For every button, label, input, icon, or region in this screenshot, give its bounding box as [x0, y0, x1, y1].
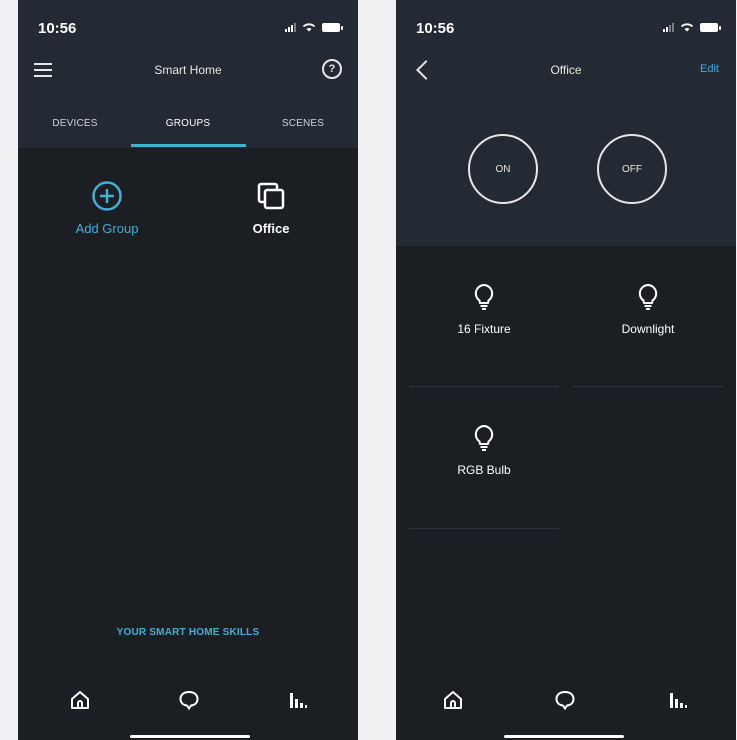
tile-divider — [409, 528, 559, 529]
tab-bar: DEVICES GROUPS SCENES — [18, 90, 358, 148]
home-icon — [444, 691, 462, 709]
device-tile-16-fixture[interactable]: 16 Fixture — [409, 283, 559, 336]
status-icons — [285, 22, 343, 32]
home-indicator — [504, 735, 624, 738]
bars-icon — [290, 693, 307, 708]
home-nav-button[interactable] — [433, 688, 473, 712]
tab-devices[interactable]: DEVICES — [20, 118, 130, 129]
nav-bar: Smart Home ? — [18, 56, 358, 90]
tab-groups[interactable]: GROUPS — [133, 118, 243, 129]
page-title: Smart Home — [154, 63, 222, 77]
status-bar: 10:56 — [18, 0, 358, 56]
status-time: 10:56 — [38, 20, 77, 37]
device-tile-rgb-bulb[interactable]: RGB Bulb — [409, 424, 559, 477]
home-icon — [71, 691, 89, 709]
phone-office-group: 10:56 Office Edit ON OFF 16 Fixture Down… — [396, 0, 736, 740]
tile-divider — [409, 386, 559, 387]
plus-circle-icon — [92, 181, 122, 211]
chat-nav-button[interactable] — [545, 688, 585, 712]
battery-icon — [700, 22, 721, 32]
bottom-nav — [18, 640, 358, 740]
active-tab-indicator — [131, 144, 246, 147]
device-name: Downlight — [621, 322, 675, 336]
group-squares-icon — [257, 182, 285, 210]
help-icon[interactable]: ? — [322, 59, 342, 79]
group-label-office: Office — [252, 221, 290, 236]
bulb-icon — [474, 284, 494, 310]
devices-nav-button[interactable] — [658, 688, 698, 712]
bulb-icon — [474, 425, 494, 451]
wifi-icon — [680, 23, 694, 32]
page-title: Office — [550, 63, 582, 77]
bottom-nav — [396, 640, 736, 740]
device-tile-downlight[interactable]: Downlight — [573, 283, 723, 336]
smart-home-skills-link[interactable]: YOUR SMART HOME SKILLS — [18, 627, 358, 638]
chat-icon — [179, 690, 199, 711]
status-icons — [663, 22, 721, 32]
status-time: 10:56 — [416, 20, 455, 37]
wifi-icon — [302, 23, 316, 32]
chat-nav-button[interactable] — [169, 688, 209, 712]
tab-scenes[interactable]: SCENES — [248, 118, 358, 129]
bulb-icon — [638, 284, 658, 310]
signal-icon — [663, 22, 674, 32]
edit-button[interactable]: Edit — [700, 63, 719, 75]
add-group-label: Add Group — [75, 221, 139, 236]
add-group-tile[interactable]: Add Group — [32, 180, 182, 236]
signal-icon — [285, 22, 296, 32]
battery-icon — [322, 22, 343, 32]
devices-nav-button[interactable] — [278, 688, 318, 712]
bars-icon — [670, 693, 687, 708]
home-indicator — [130, 735, 250, 738]
group-header: Office Edit ON OFF — [396, 56, 736, 246]
chat-icon — [555, 690, 575, 711]
home-nav-button[interactable] — [60, 688, 100, 712]
group-tile-office[interactable]: Office — [196, 180, 346, 236]
tile-divider — [573, 386, 723, 387]
device-name: 16 Fixture — [457, 322, 511, 336]
device-name: RGB Bulb — [457, 463, 511, 477]
status-bar: 10:56 — [396, 0, 736, 56]
power-on-button[interactable]: ON — [468, 134, 538, 204]
phone-smart-home-groups: 10:56 Smart Home ? DEVICES GROUPS SCENES… — [18, 0, 358, 740]
power-off-button[interactable]: OFF — [597, 134, 667, 204]
